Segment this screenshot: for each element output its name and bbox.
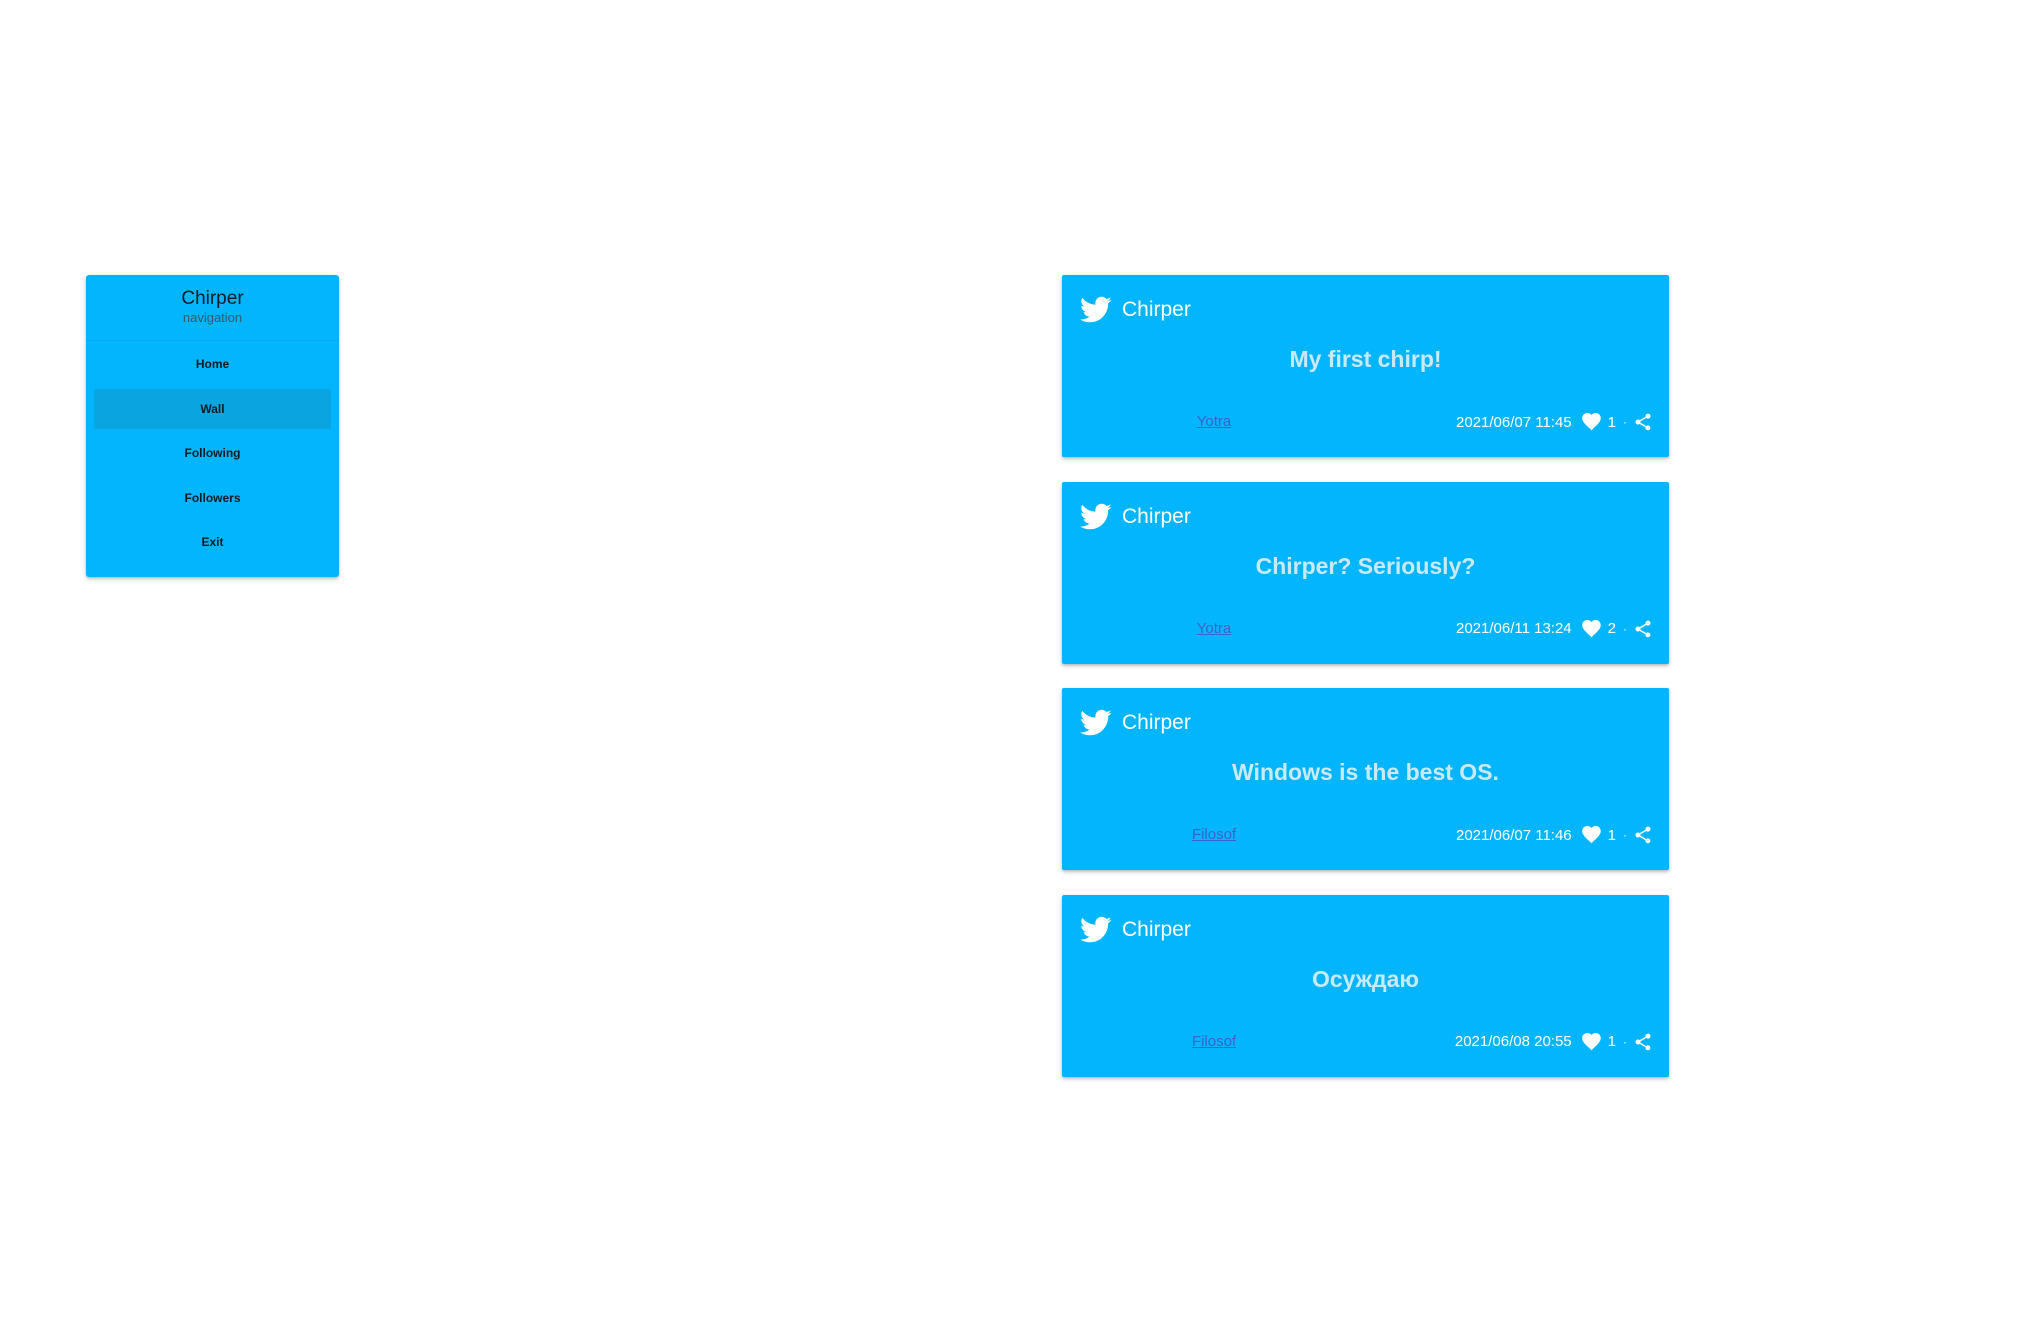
- sidebar-item-exit[interactable]: Exit: [94, 522, 331, 562]
- sidebar-nav: Home Wall Following Followers Exit: [86, 341, 339, 562]
- brand-label: Chirper: [1122, 917, 1191, 941]
- bird-icon: [1080, 709, 1112, 737]
- chirp-text: Осуждаю: [1311, 965, 1420, 992]
- chirp-brand: Chirper: [1080, 502, 1191, 532]
- sidebar-item-following[interactable]: Following: [94, 433, 331, 473]
- sidebar-item-wall[interactable]: Wall: [94, 388, 331, 429]
- navigation-sidebar: Chirper navigation Home Wall Following F…: [86, 275, 339, 577]
- chirp-timestamp: 2021/06/08 20:55: [1454, 1033, 1572, 1050]
- chirp-timestamp: 2021/06/07 11:45: [1455, 413, 1572, 431]
- meta-separator: ·: [1623, 1034, 1627, 1049]
- heart-icon[interactable]: [1581, 619, 1602, 638]
- chirp-text: Windows is the best OS.: [1232, 759, 1499, 785]
- share-icon[interactable]: [1633, 825, 1653, 845]
- chirp-text: Chirper? Seriously?: [1255, 552, 1476, 579]
- like-count: 1: [1607, 1033, 1616, 1050]
- chirp-brand: Chirper: [1080, 295, 1191, 325]
- heart-icon[interactable]: [1581, 413, 1602, 431]
- chirp-text: My first chirp!: [1289, 346, 1442, 372]
- bird-icon: [1080, 916, 1112, 944]
- chirp-timestamp: 2021/06/11 13:24: [1455, 620, 1572, 637]
- share-icon[interactable]: [1633, 619, 1653, 639]
- chirp-card: Chirper Осуждаю Filosof 2021/06/08 20:55…: [1062, 894, 1669, 1077]
- share-icon[interactable]: [1633, 1032, 1653, 1052]
- chirp-feed: Chirper My first chirp! Yotra 2021/06/07…: [1062, 275, 1669, 1101]
- chirp-meta: 2021/06/07 11:45 1 ·: [1456, 410, 1653, 434]
- chirp-meta: 2021/06/07 11:46 1 ·: [1456, 823, 1653, 847]
- author-link[interactable]: Filosof: [1144, 1032, 1284, 1052]
- sidebar-item-followers[interactable]: Followers: [94, 478, 331, 518]
- sidebar-header: Chirper navigation: [86, 275, 339, 341]
- meta-separator: ·: [1623, 621, 1627, 636]
- like-count: 1: [1607, 413, 1616, 431]
- chirp-brand: Chirper: [1080, 708, 1191, 738]
- chirp-timestamp: 2021/06/07 11:46: [1455, 826, 1572, 844]
- author-link[interactable]: Yotra: [1144, 619, 1284, 639]
- author-link[interactable]: Filosof: [1144, 825, 1284, 845]
- chirp-meta: 2021/06/08 20:55 1 ·: [1455, 1030, 1653, 1054]
- sidebar-subtitle: navigation: [182, 310, 243, 325]
- chirp-card: Chirper My first chirp! Yotra 2021/06/07…: [1062, 275, 1669, 457]
- meta-separator: ·: [1623, 828, 1627, 842]
- meta-separator: ·: [1623, 415, 1627, 429]
- brand-label: Chirper: [1122, 711, 1191, 734]
- author-link[interactable]: Yotra: [1144, 412, 1284, 432]
- heart-icon[interactable]: [1581, 826, 1602, 844]
- bird-icon: [1080, 503, 1112, 531]
- sidebar-item-home[interactable]: Home: [94, 344, 331, 384]
- chirp-brand: Chirper: [1080, 915, 1191, 945]
- sidebar-title: Chirper: [181, 288, 244, 309]
- chirp-card: Chirper Windows is the best OS. Filosof …: [1062, 688, 1669, 870]
- bird-icon: [1080, 296, 1112, 324]
- like-count: 1: [1607, 826, 1616, 844]
- chirp-card: Chirper Chirper? Seriously? Yotra 2021/0…: [1062, 481, 1669, 664]
- like-count: 2: [1607, 620, 1616, 637]
- chirp-meta: 2021/06/11 13:24 2 ·: [1456, 617, 1653, 641]
- heart-icon[interactable]: [1581, 1032, 1602, 1051]
- brand-label: Chirper: [1122, 504, 1191, 528]
- brand-label: Chirper: [1122, 298, 1191, 321]
- share-icon[interactable]: [1633, 412, 1653, 432]
